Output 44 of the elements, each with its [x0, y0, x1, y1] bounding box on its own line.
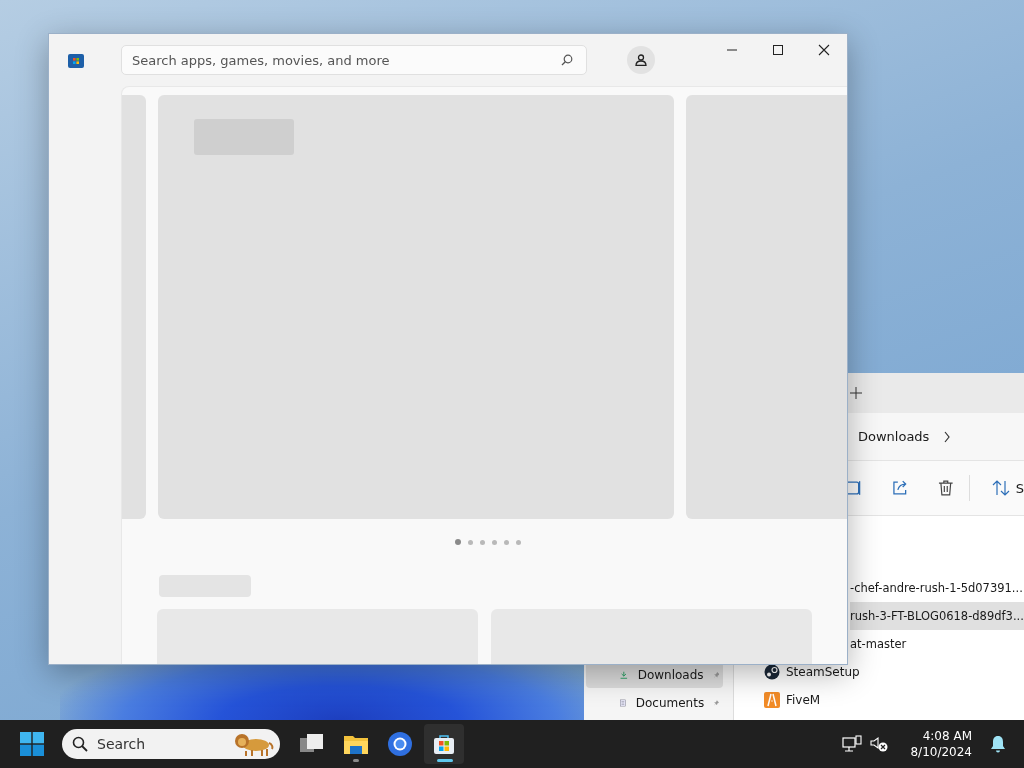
volume-muted-icon[interactable] — [870, 736, 889, 752]
network-icon[interactable] — [842, 735, 863, 753]
account-avatar-icon[interactable] — [627, 46, 655, 74]
pin-icon — [714, 698, 719, 708]
pager-dot[interactable] — [454, 539, 461, 545]
pager-dot[interactable] — [515, 539, 521, 545]
taskbar-search-field[interactable]: Search — [62, 729, 280, 759]
search-icon — [561, 54, 573, 66]
file-row[interactable]: at-master — [850, 630, 1024, 658]
chevron-right-icon — [943, 430, 952, 443]
file-row[interactable]: SteamSetup — [734, 658, 1024, 686]
close-icon[interactable] — [818, 44, 830, 56]
folder-icon — [344, 734, 368, 754]
file-name: FiveM — [786, 693, 821, 707]
pin-icon — [713, 670, 719, 680]
store-bag-icon — [68, 52, 84, 68]
breadcrumb-item[interactable]: Downloads — [858, 429, 930, 444]
file-row[interactable]: rush-3-FT-BLOG0618-d89df3... — [850, 602, 1024, 630]
task-view-icon — [300, 734, 324, 754]
share-icon[interactable] — [890, 479, 909, 497]
file-name: at-master — [850, 637, 907, 651]
new-tab-button[interactable] — [848, 385, 864, 401]
file-row[interactable]: FiveM — [734, 686, 1024, 714]
file-name: rush-3-FT-BLOG0618-d89df3... — [850, 609, 1024, 623]
maximize-icon[interactable] — [773, 45, 783, 55]
delete-icon[interactable] — [937, 479, 955, 497]
pager-dot[interactable] — [467, 539, 473, 545]
start-button[interactable] — [20, 732, 44, 756]
search-field[interactable]: Search apps, games, movies, and more — [121, 45, 587, 75]
nav-item[interactable]: Documents — [586, 690, 723, 716]
store-bag-icon — [433, 733, 455, 755]
browser-icon — [388, 732, 412, 756]
sort-button[interactable]: S — [991, 480, 1024, 496]
document-icon — [620, 696, 626, 710]
pager-dot[interactable] — [503, 539, 509, 545]
file-row[interactable]: -chef-andre-rush-1-5d07391... — [850, 574, 1024, 602]
file-name: SteamSetup — [786, 665, 860, 679]
pager-dot[interactable] — [479, 539, 485, 545]
fivem-logo-icon — [764, 692, 780, 708]
pager-dot[interactable] — [491, 539, 497, 545]
taskbar-app-button[interactable] — [424, 724, 464, 764]
file-name: -chef-andre-rush-1-5d07391... — [850, 581, 1023, 595]
notification-bell-icon[interactable] — [990, 735, 1006, 753]
clock-button[interactable]: 4:08 AM 8/10/2024 — [910, 728, 972, 760]
